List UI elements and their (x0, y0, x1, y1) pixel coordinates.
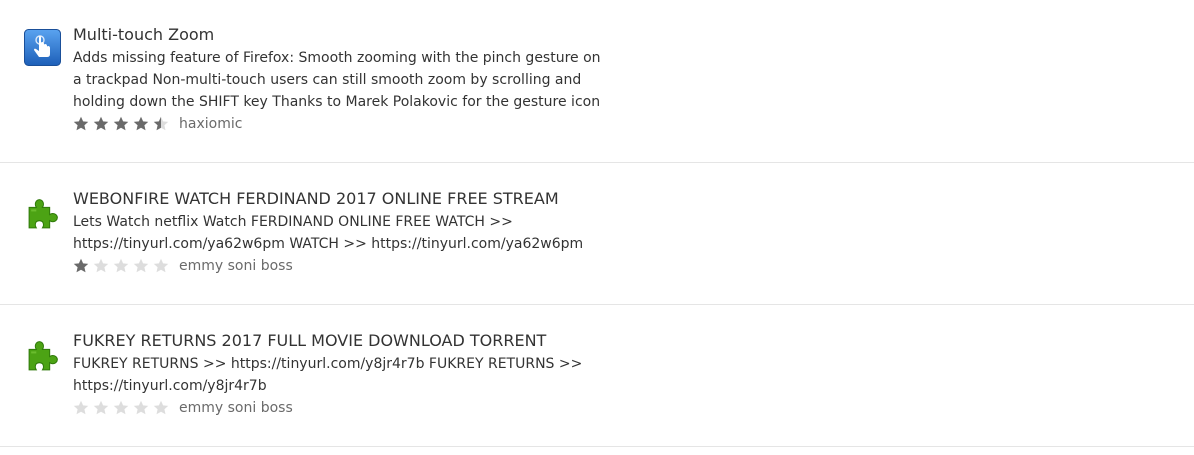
puzzle-piece-icon[interactable] (25, 337, 62, 374)
star-empty-icon (153, 258, 169, 273)
addon-list-item[interactable]: FUKREY RETURNS 2017 FULL MOVIE DOWNLOAD … (0, 305, 1194, 447)
star-empty-icon (93, 258, 109, 273)
hand-touch-icon[interactable] (24, 29, 61, 66)
addon-author[interactable]: emmy soni boss (179, 400, 293, 416)
star-filled-icon (93, 116, 109, 131)
addon-meta: emmy soni boss (73, 397, 1194, 419)
addon-author[interactable]: emmy soni boss (179, 258, 293, 274)
addon-title[interactable]: WEBONFIRE WATCH FERDINAND 2017 ONLINE FR… (73, 189, 1194, 209)
addon-author[interactable]: haxiomic (179, 116, 242, 132)
star-filled-icon (73, 116, 89, 131)
star-half-icon (153, 116, 169, 131)
star-empty-icon (113, 258, 129, 273)
star-filled-icon (73, 258, 89, 273)
addon-summary: FUKREY RETURNS >> https://tinyurl.com/y8… (73, 356, 583, 394)
star-filled-icon (133, 116, 149, 131)
star-empty-icon (73, 400, 89, 415)
star-empty-icon (133, 258, 149, 273)
puzzle-piece-icon[interactable] (25, 195, 62, 232)
addon-title[interactable]: FUKREY RETURNS 2017 FULL MOVIE DOWNLOAD … (73, 331, 1194, 351)
star-empty-icon (93, 400, 109, 415)
rating-stars (73, 400, 179, 416)
addon-meta: emmy soni boss (73, 255, 1194, 277)
addon-meta: haxiomic (73, 113, 1194, 135)
addon-list-item[interactable]: Multi-touch Zoom Adds missing feature of… (0, 0, 1194, 163)
star-empty-icon (153, 400, 169, 415)
addon-title[interactable]: Multi-touch Zoom (73, 25, 1194, 45)
addon-summary: Lets Watch netflix Watch FERDINAND ONLIN… (73, 214, 584, 252)
star-empty-icon (113, 400, 129, 415)
addon-summary: Adds missing feature of Firefox: Smooth … (73, 50, 601, 110)
star-empty-icon (133, 400, 149, 415)
star-filled-icon (113, 116, 129, 131)
addon-list-item[interactable]: WEBONFIRE WATCH FERDINAND 2017 ONLINE FR… (0, 163, 1194, 305)
rating-stars (73, 258, 179, 274)
addon-list: Multi-touch Zoom Adds missing feature of… (0, 0, 1194, 447)
rating-stars (73, 116, 179, 132)
